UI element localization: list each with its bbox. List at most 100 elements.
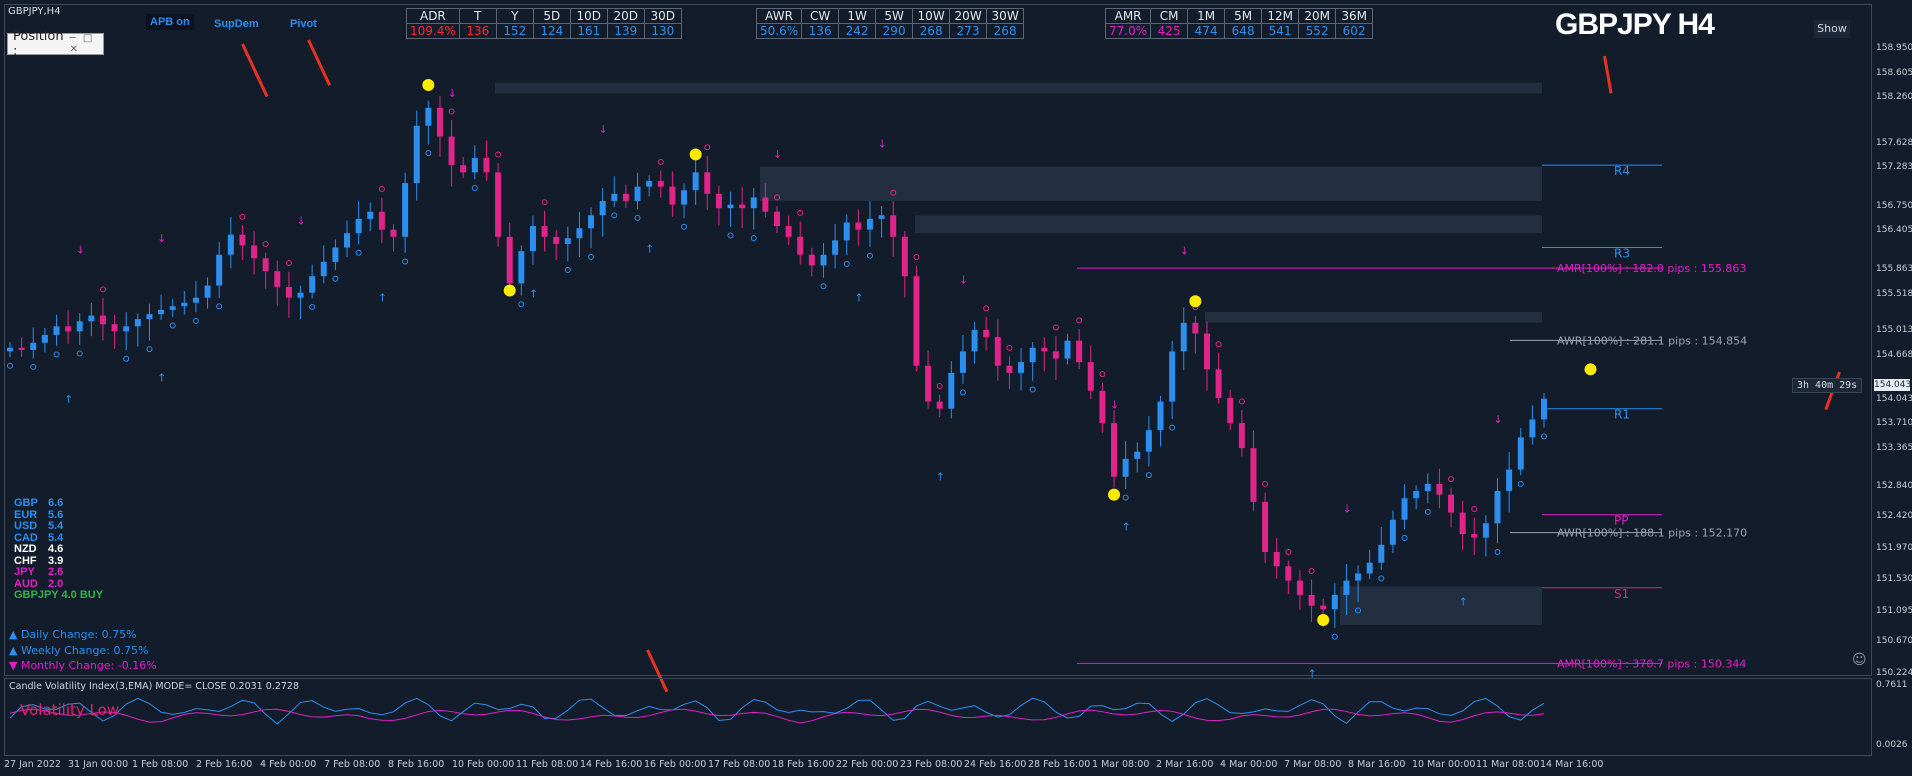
candle-body [1111,423,1118,477]
supdem-zone [760,166,1542,201]
stat-header: CW [801,8,840,24]
pivot-label: PP [1614,514,1628,528]
sub-axis-top: 0.7611 [1876,680,1908,690]
apb-toggle-button[interactable]: APB on [146,14,194,30]
trail-dot [913,254,920,261]
sell-arrow-icon: ↓ [1494,413,1503,426]
price-tick-label: 150.670 [1876,636,1912,647]
candle-body [76,321,83,332]
candle-body [1459,512,1466,535]
trail-dot [657,158,664,165]
time-tick-label: 27 Jan 2022 [4,759,61,770]
candle-body [1122,458,1129,477]
candle-body [762,197,769,212]
price-tick-label: 150.224 [1876,668,1912,678]
candle-body [692,172,699,191]
position-panel[interactable]: Position : ─ □ ✕ [7,29,104,59]
stat-value: 124 [532,23,571,39]
stat-header: 36M [1335,8,1374,24]
candle-body [1052,351,1059,359]
signal-star-icon [1189,295,1202,308]
candle-body [1471,534,1478,538]
time-tick-label: 1 Feb 08:00 [132,759,189,770]
candle-body [739,204,746,209]
candle-body [239,234,246,246]
signal-label: GBPJPY 4.0 BUY [14,589,104,601]
candle-body [588,215,595,229]
stat-header: 10D [569,8,608,24]
range-line-label: AMR[100%] : 370.7 pips : 150.344 [1557,657,1746,670]
trail-dot [1215,341,1222,348]
change-row: ▲ Daily Change: 0.75% [9,628,137,641]
candle-body [1285,566,1292,581]
trail-dot [1517,480,1524,487]
stat-header: 5M [1224,8,1263,24]
trail-dot [471,184,478,191]
buy-arrow-icon: ↑ [64,393,73,406]
pivot-toggle-button[interactable]: Pivot [290,18,317,30]
stat-header: 5D [532,8,571,24]
time-tick-label: 23 Feb 08:00 [900,759,963,770]
candle-body [541,226,548,237]
currency-strength-row: JPY 2.6 [14,566,64,578]
candle-body [88,315,95,322]
candlestick-chart[interactable]: AMR[100%] : 182.0 pips : 155.863 AWR[100%… [0,0,1912,776]
supdem-toggle-button[interactable]: SupDem [214,18,259,30]
trail-dot [378,186,385,193]
panel-window-buttons[interactable]: ─ □ ✕ [70,33,103,55]
time-tick-label: 7 Mar 08:00 [1284,759,1342,770]
time-tick-label: 10 Feb 00:00 [452,759,515,770]
candle-body [448,136,455,166]
trail-dot [936,383,943,390]
stat-value: 273 [949,23,988,39]
ea-smiley-icon: ☺ [1852,652,1867,668]
price-tick-label: 153.710 [1876,418,1912,429]
price-tick-label: 155.863 [1876,264,1912,275]
candle-body [1250,448,1257,502]
candle-body [715,193,722,209]
time-axis[interactable]: 27 Jan 2022 31 Jan 00:00 1 Feb 08:00 2 Feb … [0,757,1872,776]
price-axis[interactable]: 158.950 158.605 158.260 157.628 157.283 156.7… [1872,4,1912,678]
trail-dot [1052,324,1059,331]
candle-body [750,197,757,209]
candle-body [99,315,106,325]
price-tick-label: 155.518 [1876,288,1912,299]
candle-body [1099,390,1106,424]
time-tick-label: 28 Feb 16:00 [1028,759,1091,770]
show-button[interactable]: Show [1814,20,1850,38]
candle-body [158,309,165,315]
candle-body [1424,483,1431,492]
buy-arrow-icon: ↑ [1122,520,1131,533]
stat-header: 5W [875,8,914,24]
candle-body [622,193,629,201]
trail-dot [1238,398,1245,405]
price-tick-label: 157.283 [1876,162,1912,173]
candle-body [1436,483,1443,495]
sub-axis-bottom: 0.0026 [1876,740,1908,750]
volatility-indicator-title: Candle Volatility Index(3,EMA) MODE= CLO… [9,681,299,692]
stat-header: CM [1150,8,1189,24]
candle-body [1378,544,1385,563]
candle-body [1517,437,1524,470]
candle-body [564,238,571,244]
time-tick-label: 22 Feb 00:00 [836,759,899,770]
stat-value: 77.0% [1104,23,1152,39]
stat-value: 268 [986,23,1025,39]
time-tick-label: 24 Feb 16:00 [964,759,1027,770]
candle-body [320,261,327,277]
trail-dot [1541,433,1547,440]
time-tick-label: 18 Feb 16:00 [772,759,835,770]
candle-body [808,254,815,266]
stat-value: 139 [606,23,645,39]
trail-dot [7,362,13,369]
trail-dot [99,286,106,293]
candle-body [901,236,908,277]
position-label: Position : [13,29,64,59]
stat-value: 268 [912,23,951,39]
candle-body [1296,580,1303,595]
trail-dot [564,267,571,274]
symbol-title: GBPJPY,H4 [8,6,61,17]
stat-value: 136 [801,23,840,39]
candle-body [704,172,711,194]
candle-body [785,226,792,237]
